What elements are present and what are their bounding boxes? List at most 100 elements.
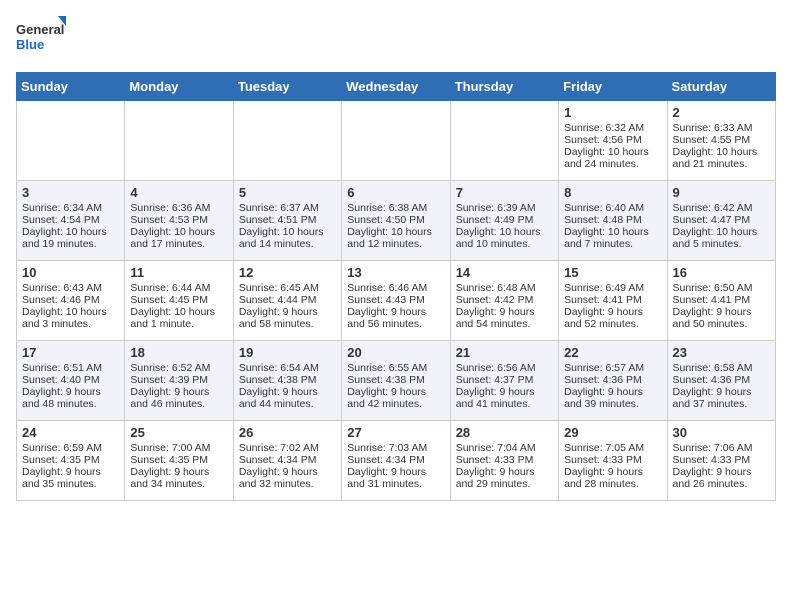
cell-content: Sunrise: 6:39 AM — [456, 202, 553, 214]
cell-content: Daylight: 9 hours and 26 minutes. — [673, 466, 770, 490]
calendar-cell: 10Sunrise: 6:43 AMSunset: 4:46 PMDayligh… — [17, 261, 125, 341]
day-number: 3 — [22, 185, 119, 200]
cell-content: Sunrise: 7:02 AM — [239, 442, 336, 454]
cell-content: Sunrise: 6:45 AM — [239, 282, 336, 294]
calendar-cell: 21Sunrise: 6:56 AMSunset: 4:37 PMDayligh… — [450, 341, 558, 421]
cell-content: Daylight: 9 hours and 35 minutes. — [22, 466, 119, 490]
calendar-cell: 14Sunrise: 6:48 AMSunset: 4:42 PMDayligh… — [450, 261, 558, 341]
cell-content: Daylight: 9 hours and 52 minutes. — [564, 306, 661, 330]
cell-content: Sunrise: 6:59 AM — [22, 442, 119, 454]
cell-content: Daylight: 10 hours and 5 minutes. — [673, 226, 770, 250]
day-header-friday: Friday — [559, 73, 667, 101]
cell-content: Sunset: 4:35 PM — [130, 454, 227, 466]
calendar-cell: 25Sunrise: 7:00 AMSunset: 4:35 PMDayligh… — [125, 421, 233, 501]
calendar-cell — [125, 101, 233, 181]
cell-content: Sunrise: 6:51 AM — [22, 362, 119, 374]
cell-content: Sunset: 4:39 PM — [130, 374, 227, 386]
day-header-monday: Monday — [125, 73, 233, 101]
day-number: 30 — [673, 425, 770, 440]
cell-content: Sunset: 4:54 PM — [22, 214, 119, 226]
cell-content: Daylight: 9 hours and 42 minutes. — [347, 386, 444, 410]
cell-content: Sunset: 4:33 PM — [564, 454, 661, 466]
calendar-cell: 11Sunrise: 6:44 AMSunset: 4:45 PMDayligh… — [125, 261, 233, 341]
calendar-header: SundayMondayTuesdayWednesdayThursdayFrid… — [17, 73, 776, 101]
calendar-cell: 24Sunrise: 6:59 AMSunset: 4:35 PMDayligh… — [17, 421, 125, 501]
day-number: 21 — [456, 345, 553, 360]
cell-content: Sunrise: 7:03 AM — [347, 442, 444, 454]
calendar-cell — [450, 101, 558, 181]
logo-svg: General Blue — [16, 16, 66, 60]
calendar-cell — [342, 101, 450, 181]
cell-content: Sunset: 4:36 PM — [673, 374, 770, 386]
cell-content: Daylight: 9 hours and 50 minutes. — [673, 306, 770, 330]
cell-content: Daylight: 9 hours and 34 minutes. — [130, 466, 227, 490]
cell-content: Daylight: 9 hours and 44 minutes. — [239, 386, 336, 410]
cell-content: Daylight: 10 hours and 12 minutes. — [347, 226, 444, 250]
cell-content: Sunset: 4:51 PM — [239, 214, 336, 226]
cell-content: Sunrise: 6:49 AM — [564, 282, 661, 294]
cell-content: Daylight: 10 hours and 7 minutes. — [564, 226, 661, 250]
cell-content: Sunset: 4:33 PM — [456, 454, 553, 466]
cell-content: Sunset: 4:55 PM — [673, 134, 770, 146]
cell-content: Daylight: 9 hours and 37 minutes. — [673, 386, 770, 410]
cell-content: Sunset: 4:41 PM — [673, 294, 770, 306]
day-number: 27 — [347, 425, 444, 440]
calendar-cell: 1Sunrise: 6:32 AMSunset: 4:56 PMDaylight… — [559, 101, 667, 181]
cell-content: Sunset: 4:49 PM — [456, 214, 553, 226]
svg-text:General: General — [16, 22, 64, 37]
cell-content: Sunset: 4:34 PM — [347, 454, 444, 466]
calendar-cell: 28Sunrise: 7:04 AMSunset: 4:33 PMDayligh… — [450, 421, 558, 501]
cell-content: Daylight: 10 hours and 10 minutes. — [456, 226, 553, 250]
day-header-sunday: Sunday — [17, 73, 125, 101]
cell-content: Sunset: 4:38 PM — [239, 374, 336, 386]
cell-content: Daylight: 10 hours and 19 minutes. — [22, 226, 119, 250]
calendar-cell: 7Sunrise: 6:39 AMSunset: 4:49 PMDaylight… — [450, 181, 558, 261]
cell-content: Sunrise: 6:57 AM — [564, 362, 661, 374]
cell-content: Sunrise: 7:05 AM — [564, 442, 661, 454]
cell-content: Sunset: 4:48 PM — [564, 214, 661, 226]
cell-content: Sunrise: 7:04 AM — [456, 442, 553, 454]
day-header-thursday: Thursday — [450, 73, 558, 101]
cell-content: Sunset: 4:34 PM — [239, 454, 336, 466]
day-number: 25 — [130, 425, 227, 440]
calendar-cell: 29Sunrise: 7:05 AMSunset: 4:33 PMDayligh… — [559, 421, 667, 501]
header: General Blue — [16, 16, 776, 60]
day-number: 11 — [130, 265, 227, 280]
cell-content: Daylight: 9 hours and 58 minutes. — [239, 306, 336, 330]
day-number: 19 — [239, 345, 336, 360]
day-number: 8 — [564, 185, 661, 200]
day-number: 15 — [564, 265, 661, 280]
cell-content: Daylight: 9 hours and 48 minutes. — [22, 386, 119, 410]
cell-content: Daylight: 9 hours and 41 minutes. — [456, 386, 553, 410]
calendar-cell: 22Sunrise: 6:57 AMSunset: 4:36 PMDayligh… — [559, 341, 667, 421]
cell-content: Sunrise: 6:50 AM — [673, 282, 770, 294]
day-header-tuesday: Tuesday — [233, 73, 341, 101]
calendar-cell: 8Sunrise: 6:40 AMSunset: 4:48 PMDaylight… — [559, 181, 667, 261]
cell-content: Daylight: 10 hours and 14 minutes. — [239, 226, 336, 250]
day-number: 18 — [130, 345, 227, 360]
cell-content: Sunset: 4:56 PM — [564, 134, 661, 146]
cell-content: Daylight: 9 hours and 39 minutes. — [564, 386, 661, 410]
day-number: 9 — [673, 185, 770, 200]
cell-content: Sunrise: 6:38 AM — [347, 202, 444, 214]
cell-content: Daylight: 9 hours and 54 minutes. — [456, 306, 553, 330]
day-number: 5 — [239, 185, 336, 200]
cell-content: Daylight: 9 hours and 29 minutes. — [456, 466, 553, 490]
cell-content: Sunset: 4:40 PM — [22, 374, 119, 386]
calendar-cell: 20Sunrise: 6:55 AMSunset: 4:38 PMDayligh… — [342, 341, 450, 421]
calendar-cell: 9Sunrise: 6:42 AMSunset: 4:47 PMDaylight… — [667, 181, 775, 261]
day-number: 14 — [456, 265, 553, 280]
cell-content: Sunrise: 6:33 AM — [673, 122, 770, 134]
calendar-cell: 3Sunrise: 6:34 AMSunset: 4:54 PMDaylight… — [17, 181, 125, 261]
cell-content: Sunrise: 6:43 AM — [22, 282, 119, 294]
cell-content: Sunset: 4:43 PM — [347, 294, 444, 306]
cell-content: Sunrise: 7:06 AM — [673, 442, 770, 454]
cell-content: Sunrise: 6:42 AM — [673, 202, 770, 214]
cell-content: Sunrise: 6:58 AM — [673, 362, 770, 374]
calendar-cell: 5 Sunrise: 6:37 AMSunset: 4:51 PMDaylight… — [233, 181, 341, 261]
cell-content: Sunrise: 6:48 AM — [456, 282, 553, 294]
calendar-cell: 16Sunrise: 6:50 AMSunset: 4:41 PMDayligh… — [667, 261, 775, 341]
cell-content: Daylight: 9 hours and 32 minutes. — [239, 466, 336, 490]
calendar-cell — [233, 101, 341, 181]
cell-content: Sunrise: 6:37 AM — [239, 202, 336, 214]
